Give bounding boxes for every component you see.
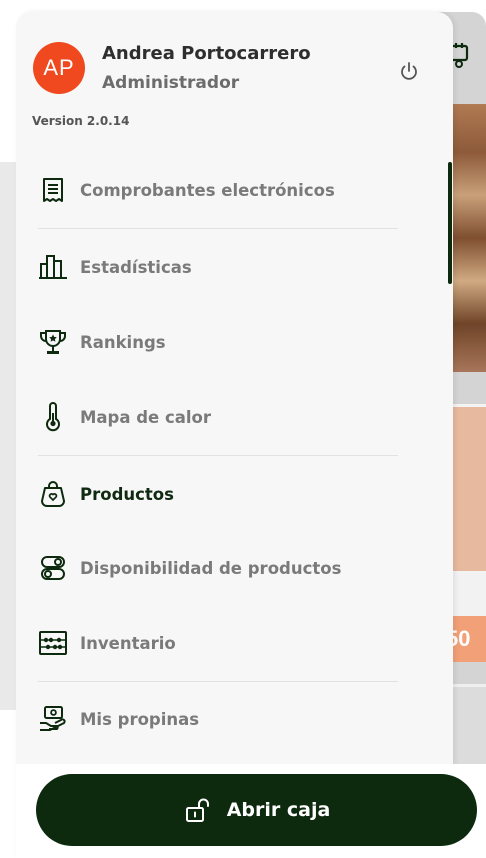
shopping-bag-icon [38, 479, 68, 509]
menu-item-label: Comprobantes electrónicos [80, 180, 335, 200]
tip-hand-icon [38, 704, 68, 734]
receipt-icon [38, 175, 68, 205]
menu-item-estadisticas[interactable]: Estadísticas [38, 245, 398, 289]
user-role: Administrador [102, 73, 240, 93]
menu-item-label: Rankings [80, 332, 166, 352]
bar-chart-icon [38, 252, 68, 282]
menu-item-comprobantes[interactable]: Comprobantes electrónicos [38, 168, 398, 212]
menu-item-label: Estadísticas [80, 257, 192, 277]
menu-item-rankings[interactable]: Rankings [38, 320, 398, 364]
logout-button[interactable] [396, 58, 422, 84]
open-register-label: Abrir caja [226, 799, 331, 821]
menu-item-label: Disponibilidad de productos [80, 558, 342, 578]
toggle-stack-icon [38, 553, 68, 583]
unlock-icon [183, 796, 211, 824]
menu-item-label: Inventario [80, 633, 176, 653]
power-icon [401, 62, 417, 80]
menu-item-inventario[interactable]: Inventario [38, 621, 398, 665]
menu-item-label: Mis propinas [80, 709, 200, 729]
app-screen: 50 AP Andrea Portocarrero Administrador … [0, 0, 486, 858]
user-name: Andrea Portocarrero [102, 43, 311, 64]
menu-item-mis-propinas[interactable]: Mis propinas [38, 697, 398, 741]
thermometer-icon [38, 402, 68, 432]
menu-item-mapa-de-calor[interactable]: Mapa de calor [38, 395, 398, 439]
abacus-icon [38, 628, 68, 658]
menu-item-disponibilidad[interactable]: Disponibilidad de productos [38, 546, 398, 590]
open-register-button[interactable]: Abrir caja [36, 774, 477, 846]
menu-item-label: Mapa de calor [80, 407, 212, 427]
scrollbar[interactable] [448, 162, 452, 284]
divider [38, 455, 398, 456]
menu-item-productos[interactable]: Productos [38, 472, 398, 516]
menu-item-label: Productos [80, 484, 174, 504]
trophy-icon [38, 327, 68, 357]
app-version: Version 2.0.14 [32, 114, 130, 128]
avatar[interactable]: AP [33, 42, 85, 94]
divider [38, 681, 398, 682]
divider [38, 228, 398, 229]
